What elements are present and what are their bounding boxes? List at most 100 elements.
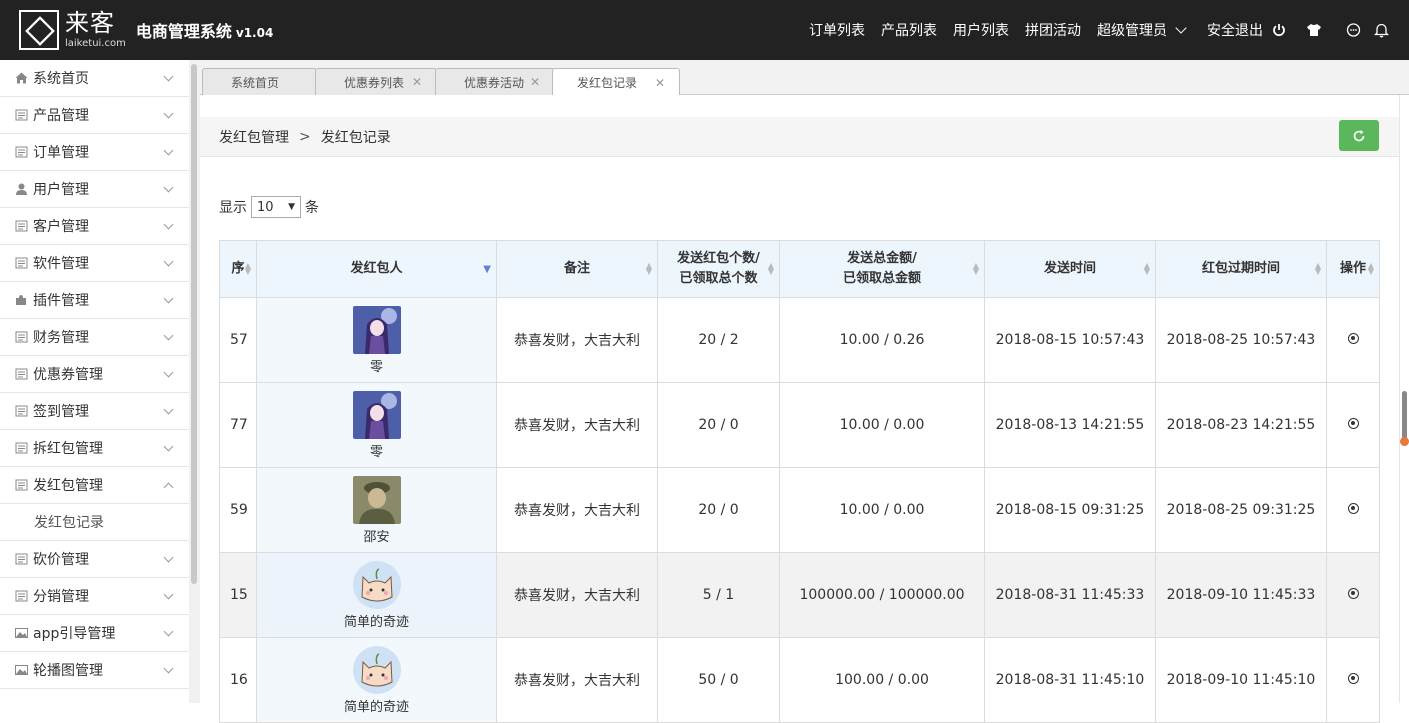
sidebar-item-1[interactable]: 产品管理 (0, 97, 189, 134)
chat-icon[interactable] (1344, 21, 1362, 39)
cell-expire-time: 2018-08-23 14:21:55 (1155, 382, 1327, 468)
grid-icon (15, 257, 28, 269)
column-header-5[interactable]: 发送时间 ▲ ▼ (984, 240, 1156, 298)
cell-action (1326, 297, 1380, 383)
list-icon (15, 146, 28, 158)
close-icon[interactable]: ✕ (655, 76, 665, 90)
column-header-label: 操作 (1339, 261, 1366, 276)
sidebar-item-label: 轮播图管理 (33, 663, 103, 679)
avatar (352, 305, 401, 354)
sidebar-item-12[interactable]: 砍价管理 (0, 541, 189, 578)
sidebar-item-label: app引导管理 (33, 626, 116, 642)
cell-note: 恭喜发财，大吉大利 (496, 637, 658, 723)
app-title: 电商管理系统 v1.04 (136, 18, 273, 42)
tab-home[interactable]: 系统首页 (202, 68, 317, 95)
logo-domain: laiketui.com (65, 38, 126, 49)
sidebar-item-15[interactable]: 轮播图管理 (0, 652, 189, 689)
tab-coupon-list[interactable]: 优惠券列表 ✕ (315, 68, 437, 95)
chevron-down-icon (163, 367, 174, 378)
chevron-down-icon (163, 71, 174, 82)
cell-amount: 100000.00 / 100000.00 (779, 552, 985, 638)
tshirt-icon[interactable] (1305, 21, 1323, 39)
admin-menu[interactable]: 超级管理员 (1097, 20, 1167, 40)
sidebar-item-7[interactable]: 财务管理 (0, 319, 189, 356)
tab-coupon-activity[interactable]: 优惠券活动 ✕ (435, 68, 555, 95)
logout-link[interactable]: 安全退出 (1207, 20, 1263, 40)
sidebar-item-2[interactable]: 订单管理 (0, 134, 189, 171)
nav-order-list[interactable]: 订单列表 (809, 20, 865, 40)
sort-icon: ▲ ▼ (244, 261, 251, 276)
column-header-label: 发送时间 (1043, 261, 1096, 276)
column-header-1[interactable]: 发红包人 ▼ (256, 240, 497, 298)
close-icon[interactable]: ✕ (530, 75, 540, 89)
cell-id: 15 (219, 552, 257, 638)
sidebar-scrollbar[interactable] (189, 60, 200, 703)
cell-count: 20 / 0 (657, 382, 780, 468)
sidebar-item-0[interactable]: 系统首页 (0, 60, 189, 97)
column-header-label: 备注 (563, 261, 590, 276)
sidebar-item-10[interactable]: 拆红包管理 (0, 430, 189, 467)
sidebar-scroll-thumb[interactable] (191, 64, 197, 584)
chevron-down-icon (163, 404, 174, 415)
view-radio-icon[interactable] (1347, 503, 1359, 514)
sidebar-subitem-redpack-records[interactable]: 发红包记录 (0, 504, 189, 541)
bell-icon[interactable] (1372, 21, 1390, 39)
page-scrollbar[interactable] (1399, 95, 1409, 703)
logo[interactable]: 来客 laiketui.com (19, 10, 126, 50)
sidebar-item-label: 砍价管理 (33, 552, 89, 568)
sidebar-item-3[interactable]: 用户管理 (0, 171, 189, 208)
nav-product-list[interactable]: 产品列表 (881, 20, 937, 40)
sidebar-item-label: 软件管理 (33, 256, 89, 272)
column-header-4[interactable]: 发送总金额/已领取总金额 ▲ ▼ (779, 240, 985, 298)
sidebar-item-5[interactable]: 软件管理 (0, 245, 189, 282)
sidebar-item-11[interactable]: 发红包管理 (0, 467, 189, 504)
tab-label: 优惠券活动 (464, 75, 525, 90)
close-icon[interactable]: ✕ (412, 75, 422, 89)
view-radio-icon[interactable] (1347, 333, 1359, 344)
customer-icon (15, 220, 28, 232)
sidebar-item-6[interactable]: 插件管理 (0, 282, 189, 319)
sort-icon: ▲ ▼ (1367, 261, 1374, 276)
app-title-text: 电商管理系统 (135, 22, 232, 41)
image-icon (15, 664, 28, 676)
column-header-3[interactable]: 发送红包个数/已领取总个数 ▲ ▼ (657, 240, 780, 298)
sidebar-item-label: 拆红包管理 (33, 441, 103, 457)
view-radio-icon[interactable] (1347, 673, 1359, 684)
sidebar-item-14[interactable]: app引导管理 (0, 615, 189, 652)
cell-action (1326, 382, 1380, 468)
sidebar-item-label: 产品管理 (33, 108, 89, 124)
cell-amount: 10.00 / 0.00 (779, 467, 985, 553)
sidebar-item-label: 发红包管理 (33, 478, 103, 494)
column-header-0[interactable]: 序 ▲ ▼ (219, 240, 257, 298)
tab-redpack-records[interactable]: 发红包记录 ✕ (552, 68, 680, 96)
refresh-button[interactable] (1339, 120, 1379, 151)
table-row: 77 零 恭喜发财，大吉大利 20 / 0 10.00 / 0.00 2018-08-13… (219, 382, 1380, 468)
view-radio-icon[interactable] (1347, 418, 1359, 429)
column-header-7[interactable]: 操作 ▲ ▼ (1326, 240, 1380, 298)
cell-amount: 100.00 / 0.00 (779, 637, 985, 723)
top-nav: 订单列表 产品列表 用户列表 拼团活动 超级管理员 安全退出 (801, 0, 1395, 60)
chevron-down-icon (163, 108, 174, 119)
finance-icon (15, 331, 28, 343)
page-size-select[interactable]: 10 ▼ (251, 196, 301, 218)
sidebar-item-13[interactable]: 分销管理 (0, 578, 189, 615)
sidebar-item-4[interactable]: 客户管理 (0, 208, 189, 245)
power-icon[interactable] (1270, 21, 1288, 39)
nav-user-list[interactable]: 用户列表 (953, 20, 1009, 40)
nav-group-buy[interactable]: 拼团活动 (1025, 20, 1081, 40)
column-header-6[interactable]: 红包过期时间 ▲ ▼ (1155, 240, 1327, 298)
scroll-indicator-dot (1400, 437, 1409, 446)
cell-count: 50 / 0 (657, 637, 780, 723)
sidebar-item-8[interactable]: 优惠券管理 (0, 356, 189, 393)
breadcrumb-parent[interactable]: 发红包管理 (219, 127, 289, 147)
cell-count: 5 / 1 (657, 552, 780, 638)
refresh-icon (1353, 129, 1365, 141)
chevron-down-icon[interactable] (1175, 22, 1187, 34)
redpack-table: 序 ▲ ▼ 发红包人 ▼ 备注 ▲ ▼ 发送红包个数/已领取总个数 ▲ ▼ 发送总金额/已领取总金额 ▲… (219, 240, 1380, 723)
sidebar-item-9[interactable]: 签到管理 (0, 393, 189, 430)
column-header-2[interactable]: 备注 ▲ ▼ (496, 240, 658, 298)
cell-amount: 10.00 / 0.26 (779, 297, 985, 383)
cell-expire-time: 2018-09-10 11:45:10 (1155, 637, 1327, 723)
view-radio-icon[interactable] (1347, 588, 1359, 599)
sidebar-item-label: 客户管理 (33, 219, 89, 235)
